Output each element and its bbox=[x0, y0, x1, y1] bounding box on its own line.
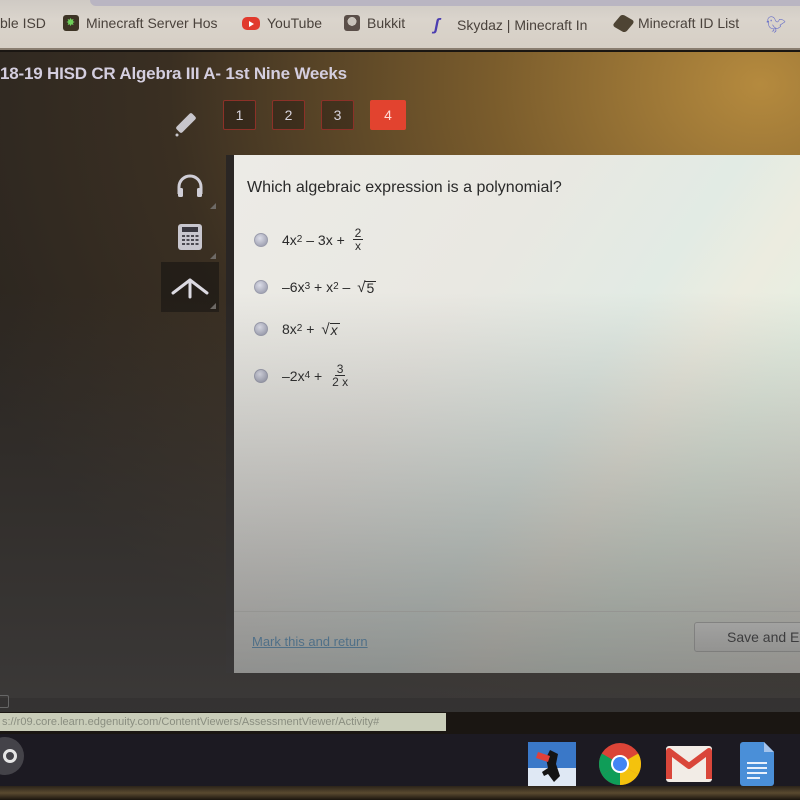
bookmark-minecraft-id[interactable]: Minecraft ID List bbox=[612, 13, 740, 33]
status-url: s://r09.core.learn.edgenuity.com/Content… bbox=[0, 713, 446, 731]
bookmark-label: YouTube bbox=[267, 15, 323, 31]
game-app-icon[interactable] bbox=[528, 742, 576, 786]
term: 4x bbox=[282, 231, 297, 248]
fraction: 2 x bbox=[352, 227, 364, 253]
screen-bezel bbox=[0, 786, 800, 800]
corner-indicator bbox=[210, 303, 216, 309]
radio-button[interactable] bbox=[254, 280, 268, 294]
mark-and-return-link[interactable]: Mark this and return bbox=[252, 634, 368, 649]
bookmark-youtube[interactable]: YouTube bbox=[242, 15, 322, 31]
answer-choice-c[interactable]: 8x 2 + √ x bbox=[254, 321, 340, 337]
answer-choice-b[interactable]: –6x 3 + x2 – √ 5 bbox=[254, 278, 377, 296]
question-navigation: 1 2 3 4 bbox=[223, 100, 406, 130]
radicand: 5 bbox=[365, 279, 377, 296]
choice-expression: 4x 2 – 3x + 2 x bbox=[282, 226, 364, 253]
corner-indicator bbox=[210, 253, 216, 259]
youtube-icon bbox=[242, 16, 260, 30]
minecraft-server-icon bbox=[63, 15, 79, 31]
question-4-button[interactable]: 4 bbox=[370, 100, 406, 130]
bookmark-label: Minecraft Server Hos bbox=[86, 15, 218, 31]
term: – 3x + bbox=[302, 231, 349, 248]
denominator: 2 x bbox=[332, 375, 349, 389]
radio-button[interactable] bbox=[254, 232, 268, 247]
tools-sidebar bbox=[161, 162, 219, 312]
headphones-tool[interactable] bbox=[161, 162, 219, 212]
bookmark-label: Skydaz | Minecraft In bbox=[457, 17, 588, 33]
choice-expression: –2x 4 + 3 2 x bbox=[282, 362, 350, 389]
radical-sign: √ bbox=[321, 320, 330, 338]
calculator-icon bbox=[178, 224, 202, 250]
pencil-icon[interactable] bbox=[172, 110, 202, 140]
os-shelf bbox=[0, 734, 800, 786]
assessment-page: 18-19 HISD CR Algebra III A- 1st Nine We… bbox=[0, 52, 800, 712]
question-1-button[interactable]: 1 bbox=[223, 100, 256, 130]
fraction: 3 2 x bbox=[330, 363, 350, 388]
status-indicator bbox=[0, 695, 9, 708]
question-2-button[interactable]: 2 bbox=[272, 100, 305, 130]
bookmark-label: Bukkit bbox=[367, 15, 406, 31]
term: –2x bbox=[282, 367, 305, 384]
course-title: 18-19 HISD CR Algebra III A- 1st Nine We… bbox=[0, 64, 347, 83]
twitter-icon: 🐦︎ bbox=[766, 17, 787, 34]
reference-icon bbox=[171, 278, 209, 299]
term: + bbox=[302, 321, 319, 337]
answer-choice-d[interactable]: –2x 4 + 3 2 x bbox=[254, 363, 350, 388]
calculator-tool[interactable] bbox=[161, 212, 219, 262]
bukkit-icon bbox=[344, 15, 360, 31]
gmail-icon[interactable] bbox=[666, 746, 712, 782]
radio-button[interactable] bbox=[254, 322, 268, 336]
bookmark-isd[interactable]: ble ISD bbox=[0, 15, 46, 31]
question-3-button[interactable]: 3 bbox=[321, 100, 354, 130]
reference-tool[interactable] bbox=[161, 262, 219, 312]
term: – bbox=[338, 279, 355, 295]
radio-button[interactable] bbox=[254, 368, 268, 383]
answer-choice-a[interactable]: 4x 2 – 3x + 2 x bbox=[254, 226, 364, 253]
launcher-icon bbox=[3, 749, 17, 763]
square-root: √ 5 bbox=[357, 278, 377, 296]
bookmark-twitter[interactable]: 🐦︎ bbox=[766, 15, 786, 35]
skydaz-icon: ʃ bbox=[434, 15, 440, 34]
bookmark-label: Minecraft ID List bbox=[638, 15, 740, 31]
term: –6x bbox=[282, 279, 305, 295]
bookmark-skydaz[interactable]: ʃ Skydaz | Minecraft In bbox=[434, 15, 587, 35]
question-prompt: Which algebraic expression is a polynomi… bbox=[247, 179, 562, 196]
choice-expression: 8x 2 + √ x bbox=[282, 320, 340, 338]
denominator: x bbox=[355, 239, 362, 253]
bookmark-minecraft-server[interactable]: Minecraft Server Hos bbox=[63, 15, 217, 31]
term: + bbox=[310, 367, 327, 384]
radicand: x bbox=[329, 321, 340, 338]
corner-indicator bbox=[210, 203, 216, 209]
radical-sign: √ bbox=[357, 278, 366, 296]
term: 8x bbox=[282, 321, 297, 337]
question-panel: Which algebraic expression is a polynomi… bbox=[226, 155, 800, 673]
docs-icon[interactable] bbox=[740, 742, 774, 786]
chrome-icon[interactable] bbox=[598, 742, 642, 786]
save-and-exit-button[interactable]: Save and Exit bbox=[694, 622, 800, 652]
term: + x bbox=[310, 279, 334, 295]
headphones-icon bbox=[177, 174, 203, 197]
bookmarks-bar: ble ISD Minecraft Server Hos YouTube Buk… bbox=[0, 0, 800, 50]
panel-footer: Mark this and return Save and Exit bbox=[234, 611, 800, 673]
square-root: √ x bbox=[321, 320, 340, 338]
launcher-button[interactable] bbox=[0, 737, 24, 775]
bookmark-bukkit[interactable]: Bukkit bbox=[344, 15, 405, 31]
choice-expression: –6x 3 + x2 – √ 5 bbox=[282, 278, 377, 296]
minecraft-id-icon bbox=[612, 13, 635, 33]
bookmark-label: ble ISD bbox=[0, 15, 46, 31]
